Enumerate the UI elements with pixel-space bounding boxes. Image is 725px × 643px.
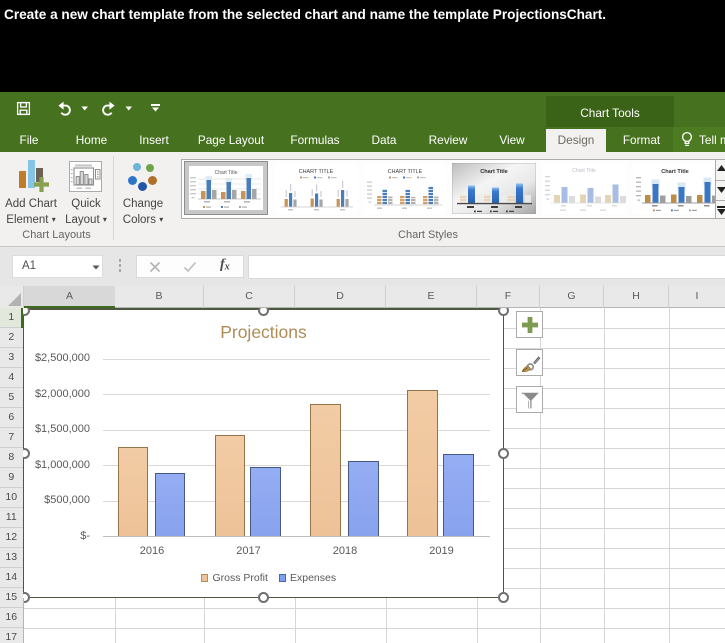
svg-text:Chart Title: Chart Title xyxy=(661,169,689,175)
svg-text:CHART TITLE: CHART TITLE xyxy=(388,169,423,175)
svg-text:CHART TITLE: CHART TITLE xyxy=(299,169,334,175)
svg-text:Chart Title: Chart Title xyxy=(480,169,508,175)
svg-text:Chart Title: Chart Title xyxy=(214,170,237,176)
svg-text:Chart Title: Chart Title xyxy=(572,168,596,174)
